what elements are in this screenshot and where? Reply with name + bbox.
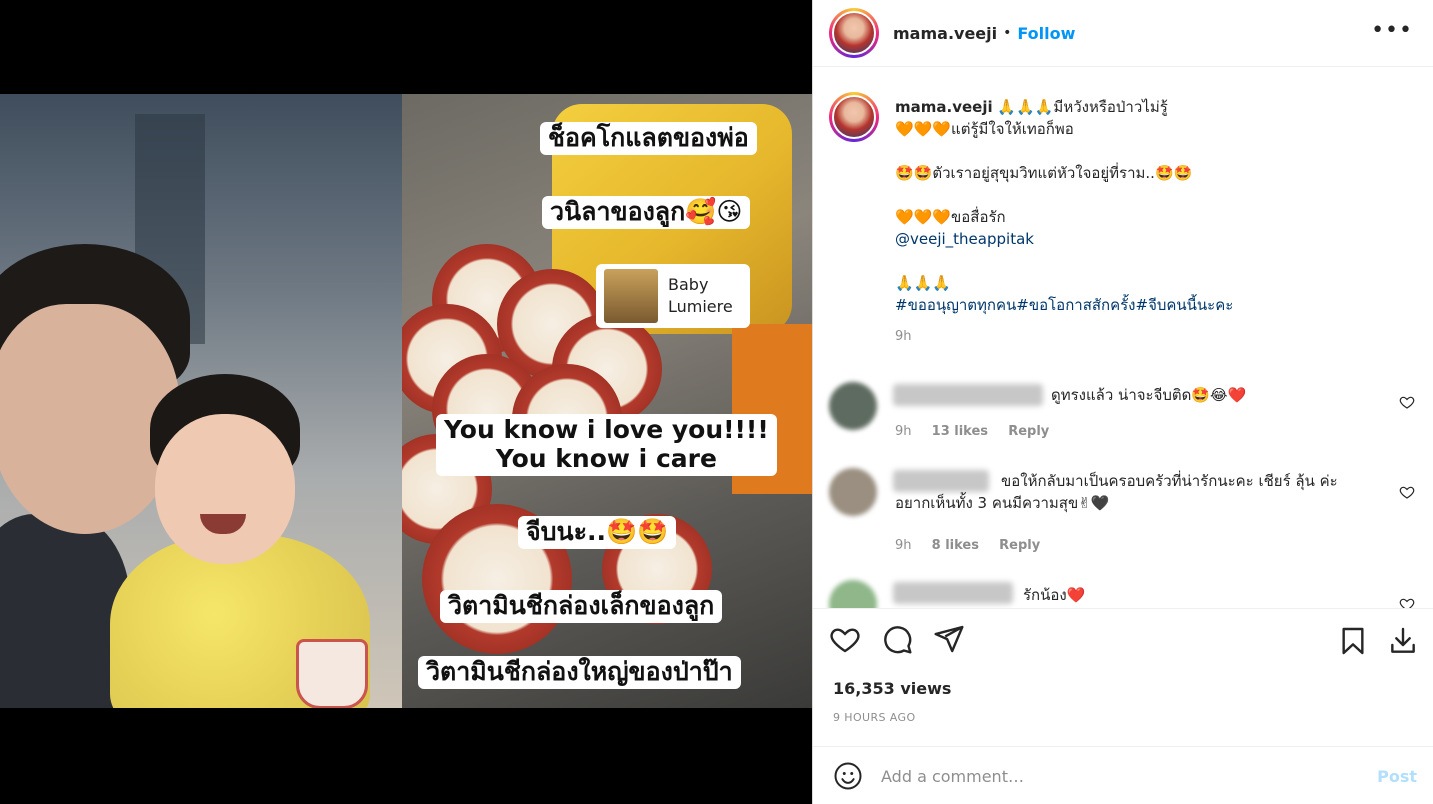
comment-likes[interactable]: 13 likes — [932, 424, 988, 439]
video-caption-flirt: จีบนะ..🤩🤩 — [518, 516, 677, 549]
caption-mention-link[interactable]: @veeji_theappitak — [895, 228, 1415, 250]
video-player[interactable]: ช็อคโกแลตของพ่อ วนิลาของลูก🥰😘 Baby Lumie… — [0, 94, 812, 708]
post-header: mama.veeji • Follow ••• — [813, 0, 1433, 67]
post-comment-button[interactable]: Post — [1377, 767, 1417, 786]
like-heart-icon[interactable] — [829, 623, 861, 655]
video-caption-vanilla: วนิลาของลูก🥰😘 — [542, 196, 751, 229]
commenter-avatar[interactable] — [829, 580, 877, 608]
like-comment-heart-icon[interactable] — [1399, 596, 1415, 608]
author-avatar[interactable] — [829, 8, 879, 58]
like-comment-heart-icon[interactable] — [1399, 394, 1415, 410]
add-comment-input[interactable]: Add a comment… — [881, 767, 1377, 786]
comment-text: ดูทรงแล้ว น่าจะจีบติด🤩😂❤️ — [1051, 386, 1247, 404]
caption-line-5: 🙏🙏🙏 — [895, 274, 952, 292]
more-options-icon[interactable]: ••• — [1371, 18, 1413, 43]
view-count[interactable]: 16,353 views — [833, 679, 951, 698]
caption-hashtags[interactable]: #ขออนุญาตทุกคน#ขอโอกาสสักครั้ง#จีบคนนี้น… — [895, 294, 1415, 316]
download-icon[interactable] — [1387, 625, 1419, 657]
post-side-panel: mama.veeji • Follow ••• mama.veeji 🙏🙏🙏มี… — [812, 0, 1433, 804]
music-title: Baby — [668, 275, 709, 295]
caption-line-2: 🧡🧡🧡แต่รู้มีใจให้เทอก็พอ — [895, 120, 1074, 138]
comment-bubble-icon[interactable] — [881, 623, 913, 655]
comments-section[interactable]: mama.veeji 🙏🙏🙏มีหวังหรือป่าวไม่รู้ 🧡🧡🧡แต… — [813, 68, 1433, 608]
ice-cream-cup — [296, 639, 368, 708]
like-comment-heart-icon[interactable] — [1399, 484, 1415, 500]
save-bookmark-icon[interactable] — [1337, 625, 1369, 657]
caption-line-4: 🧡🧡🧡ขอสื่อรัก — [895, 208, 1006, 226]
comment-text: รักน้อง❤️ — [1023, 586, 1086, 604]
post-time[interactable]: 9 HOURS AGO — [833, 711, 916, 724]
emoji-smiley-icon[interactable] — [833, 761, 863, 791]
album-art — [604, 269, 658, 323]
comment-reply-button[interactable]: Reply — [1008, 424, 1049, 439]
comment-text: ขอให้กลับมาเป็นครอบครัวที่น่ารักนะคะ เชี… — [895, 472, 1338, 512]
video-caption-small-box: วิตามินชีกล่องเล็กของลูก — [440, 590, 723, 623]
caption-author-avatar[interactable] — [829, 92, 879, 142]
music-artist: Lumiere — [668, 297, 733, 316]
separator-dot: • — [1003, 25, 1012, 41]
caption-line-1: 🙏🙏🙏มีหวังหรือป่าวไม่รู้ — [997, 98, 1168, 116]
commenter-avatar[interactable] — [829, 382, 877, 430]
caption-line-3: 🤩🤩ตัวเราอยู่สุขุมวิทแต่หัวใจอยู่ที่ราม..… — [895, 164, 1193, 182]
music-sticker: Baby Lumiere — [596, 264, 750, 328]
caption-timestamp[interactable]: 9h — [895, 326, 1415, 348]
blurred-username[interactable] — [893, 582, 1013, 604]
comment-time[interactable]: 9h — [895, 424, 912, 439]
follow-button[interactable]: Follow — [1017, 24, 1075, 43]
post-media[interactable]: ช็อคโกแลตของพ่อ วนิลาของลูก🥰😘 Baby Lumie… — [0, 0, 812, 804]
instagram-post-window: ช็อคโกแลตของพ่อ วนิลาของลูก🥰😘 Baby Lumie… — [0, 0, 1433, 804]
share-paper-plane-icon[interactable] — [933, 623, 965, 655]
comment-time[interactable]: 9h — [895, 538, 912, 553]
commenter-avatar[interactable] — [829, 468, 877, 516]
video-caption-big-box: วิตามินชีกล่องใหญ่ของป่าป๊า — [418, 656, 741, 689]
video-caption-chocolate: ช็อคโกแลตของพ่อ — [540, 122, 757, 155]
baby-face — [155, 414, 295, 564]
comment-reply-button[interactable]: Reply — [999, 538, 1040, 553]
video-caption-love: You know i love you!!!! You know i care — [436, 414, 777, 476]
video-left-scene — [0, 94, 402, 708]
caption-username[interactable]: mama.veeji — [895, 98, 993, 116]
comment-likes[interactable]: 8 likes — [932, 538, 979, 553]
blurred-username[interactable] — [893, 384, 1043, 406]
add-comment-row: Add a comment… Post — [813, 746, 1433, 804]
post-actions: 16,353 views 9 HOURS AGO Add a comment… … — [813, 608, 1433, 804]
author-username[interactable]: mama.veeji — [893, 24, 997, 43]
